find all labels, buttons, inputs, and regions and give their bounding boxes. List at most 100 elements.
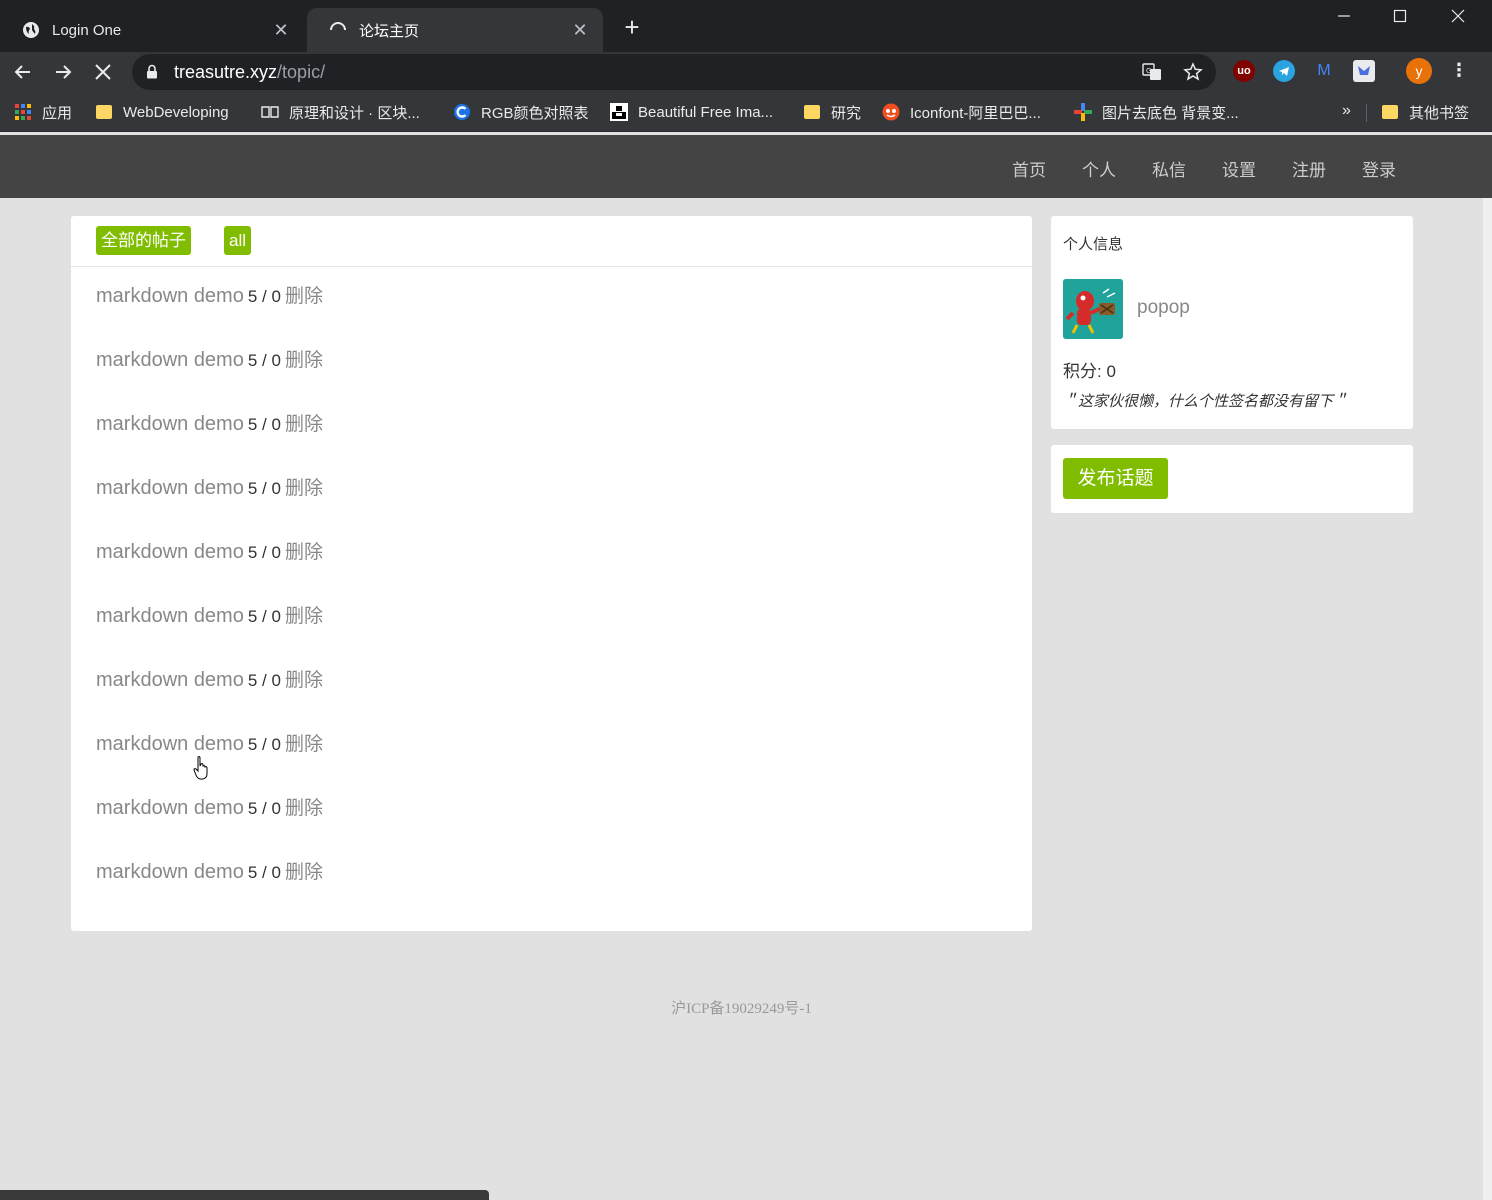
topic-title-link[interactable]: markdown demo (96, 477, 244, 499)
topic-row: markdown demo 5 / 0 删除 (96, 665, 323, 695)
more-menu-icon[interactable]: ⋮ (1448, 60, 1470, 82)
url-text: treasutre.xyz/topic/ (174, 62, 326, 82)
bookmark-blockchain[interactable]: 原理和设计 · 区块... (261, 100, 420, 124)
book-icon (261, 103, 279, 121)
apps-grid-icon (14, 103, 32, 121)
browser-tab-bar: Login One ✕ 论坛主页 ✕ + (0, 0, 1492, 52)
loading-spinner-icon (329, 21, 347, 39)
topic-title-link[interactable]: markdown demo (96, 605, 244, 627)
avatar[interactable] (1063, 279, 1123, 339)
topics-panel-header: 全部的帖子 all (71, 216, 1032, 267)
topic-delete-link[interactable]: 删除 (285, 350, 323, 371)
topic-delete-link[interactable]: 删除 (285, 734, 323, 755)
star-bookmark-icon[interactable] (1183, 62, 1203, 82)
bookmark-unsplash[interactable]: Beautiful Free Ima... (610, 100, 773, 124)
folder-icon (803, 103, 821, 121)
unsplash-icon (610, 103, 628, 121)
plus-color-icon (1074, 103, 1092, 121)
topic-delete-link[interactable]: 删除 (285, 542, 323, 563)
footer-icp[interactable]: 沪ICP备19029249号-1 (0, 997, 1483, 1018)
topic-reply-count: 5 / 0 (247, 543, 281, 562)
new-tab-button[interactable]: + (618, 14, 646, 42)
user-score: 积分: 0 (1063, 362, 1116, 381)
profile-avatar[interactable]: y (1406, 58, 1432, 84)
nav-login[interactable]: 登录 (1362, 156, 1396, 181)
nav-messages[interactable]: 私信 (1152, 156, 1186, 181)
topic-delete-link[interactable]: 删除 (285, 478, 323, 499)
nav-home[interactable]: 首页 (1012, 156, 1046, 181)
nav-settings[interactable]: 设置 (1222, 156, 1256, 181)
bookmark-remove-bg[interactable]: 图片去底色 背景变... (1074, 100, 1239, 124)
topic-title-link[interactable]: markdown demo (96, 285, 244, 307)
topics-panel: 全部的帖子 all markdown demo 5 / 0 删除 markdown d… (71, 216, 1032, 931)
close-icon[interactable]: ✕ (272, 20, 290, 41)
tab-all-topics[interactable]: 全部的帖子 (96, 226, 191, 255)
topic-row: markdown demo 5 / 0 删除 (96, 281, 323, 311)
topic-delete-link[interactable]: 删除 (285, 414, 323, 435)
lock-icon[interactable] (146, 64, 158, 84)
topic-delete-link[interactable]: 删除 (285, 286, 323, 307)
profile-card-title: 个人信息 (1063, 236, 1124, 253)
browser-tab-active[interactable]: 论坛主页 ✕ (307, 8, 603, 52)
bookmark-rgb[interactable]: RGB颜色对照表 (453, 100, 589, 124)
bookmark-apps[interactable]: 应用 (14, 100, 72, 124)
bookmark-iconfont[interactable]: Iconfont-阿里巴巴... (882, 100, 1041, 124)
topic-reply-count: 5 / 0 (247, 735, 281, 754)
topic-delete-link[interactable]: 删除 (285, 670, 323, 691)
stop-loading-icon[interactable] (88, 57, 118, 87)
publish-topic-button[interactable]: 发布话题 (1063, 458, 1168, 499)
bookmark-webdeveloping[interactable]: WebDeveloping (95, 100, 229, 124)
browser-toolbar: treasutre.xyz/topic/ G uo M y ⋮ (0, 52, 1492, 92)
topic-row: markdown demo 5 / 0 删除 (96, 857, 323, 887)
forward-arrow-icon[interactable] (48, 57, 78, 87)
window-close-icon[interactable] (1430, 0, 1486, 32)
close-icon[interactable]: ✕ (571, 20, 589, 41)
topic-delete-link[interactable]: 删除 (285, 862, 323, 883)
topic-title-link[interactable]: markdown demo (96, 349, 244, 371)
translate-icon[interactable]: G (1142, 62, 1162, 82)
globe-icon (22, 21, 40, 39)
topic-title-link[interactable]: markdown demo (96, 669, 244, 691)
address-bar[interactable]: treasutre.xyz/topic/ G (132, 54, 1216, 90)
bookmarks-overflow-button[interactable]: » (1342, 102, 1351, 120)
topic-delete-link[interactable]: 删除 (285, 606, 323, 627)
telegram-extension-icon[interactable] (1273, 60, 1295, 82)
topic-row: markdown demo 5 / 0 删除 (96, 537, 323, 567)
topic-delete-link[interactable]: 删除 (285, 798, 323, 819)
bird-extension-icon[interactable] (1353, 60, 1375, 82)
nav-profile[interactable]: 个人 (1082, 156, 1116, 181)
m-extension-icon[interactable]: M (1313, 60, 1335, 82)
minimize-icon[interactable] (1316, 0, 1372, 32)
maximize-icon[interactable] (1372, 0, 1428, 32)
topic-title-link[interactable]: markdown demo (96, 413, 244, 435)
topic-title-link[interactable]: markdown demo (96, 861, 244, 883)
topic-title-link[interactable]: markdown demo (96, 797, 244, 819)
topic-reply-count: 5 / 0 (247, 479, 281, 498)
c-logo-icon (453, 103, 471, 121)
topic-title-link[interactable]: markdown demo (96, 733, 244, 755)
topic-reply-count: 5 / 0 (247, 799, 281, 818)
ublock-extension-icon[interactable]: uo (1233, 60, 1255, 82)
username[interactable]: popop (1137, 297, 1190, 319)
publish-card: 发布话题 (1051, 445, 1413, 513)
topic-title-link[interactable]: markdown demo (96, 541, 244, 563)
iconfont-icon (882, 103, 900, 121)
tab-all[interactable]: all (224, 226, 252, 255)
tab-title: 论坛主页 (359, 22, 420, 40)
browser-tab[interactable]: Login One ✕ (0, 8, 304, 52)
nav-register[interactable]: 注册 (1292, 156, 1326, 181)
bookmarks-divider (1366, 104, 1367, 122)
bookmark-other[interactable]: 其他书签 (1381, 100, 1469, 124)
back-arrow-icon[interactable] (8, 57, 38, 87)
hand-cursor-icon (193, 755, 211, 786)
user-signature: ＂这家伙很懒，什么个性签名都没有留下＂ (1063, 393, 1349, 410)
topic-reply-count: 5 / 0 (247, 287, 281, 306)
topic-reply-count: 5 / 0 (247, 863, 281, 882)
tab-title: Login One (52, 21, 122, 39)
page-scrollbar[interactable] (1483, 198, 1492, 1200)
topic-reply-count: 5 / 0 (247, 415, 281, 434)
topic-reply-count: 5 / 0 (247, 607, 281, 626)
bookmark-research[interactable]: 研究 (803, 100, 861, 124)
svg-text:G: G (1146, 67, 1151, 75)
topic-row: markdown demo 5 / 0 删除 (96, 473, 323, 503)
